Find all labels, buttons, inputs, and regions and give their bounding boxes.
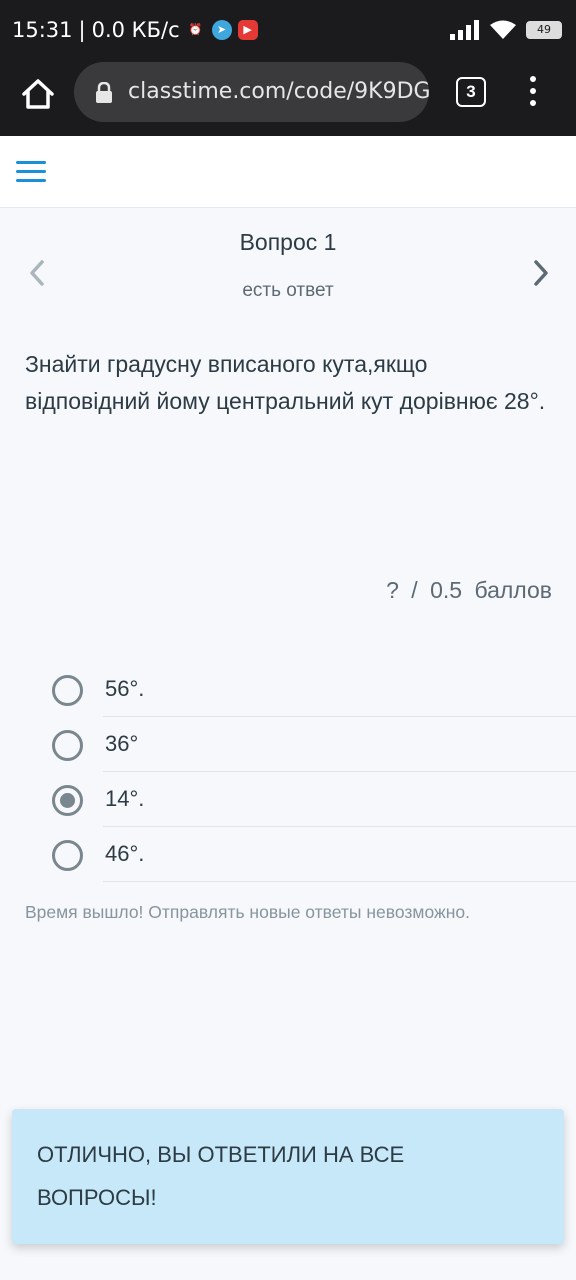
status-right: 49 bbox=[450, 20, 562, 40]
answer-option[interactable]: 36° bbox=[0, 717, 576, 772]
status-separator: | bbox=[78, 18, 86, 42]
status-left: 15:31 | 0.0 КБ/с ⏰ ➤ ▶ bbox=[12, 18, 258, 42]
hamburger-menu-icon[interactable] bbox=[16, 161, 46, 183]
browser-menu-icon[interactable] bbox=[523, 76, 543, 110]
answer-option[interactable]: 56°. bbox=[0, 662, 576, 717]
signal-icon bbox=[450, 20, 479, 40]
answer-list: 56°. 36° 14°. 46°. bbox=[0, 662, 576, 882]
answer-label: 36° bbox=[105, 731, 139, 756]
status-time: 15:31 bbox=[12, 18, 73, 42]
wifi-icon bbox=[490, 20, 516, 39]
address-bar[interactable]: classtime.com/code/9K9DG8A bbox=[74, 62, 429, 122]
app-header bbox=[0, 136, 576, 208]
telegram-icon: ➤ bbox=[211, 20, 232, 40]
radio-button[interactable] bbox=[52, 730, 83, 761]
question-text: Знайти градусну вписаного кута,якщо відп… bbox=[25, 351, 546, 414]
browser-toolbar: classtime.com/code/9K9DG8A 3 bbox=[0, 62, 576, 136]
battery-level: 49 bbox=[537, 23, 551, 36]
url-text: classtime.com/code/9K9DG8A bbox=[128, 79, 429, 104]
chevron-right-icon[interactable] bbox=[528, 258, 554, 288]
answer-label: 56°. bbox=[105, 676, 145, 701]
divider bbox=[103, 881, 576, 882]
answer-label: 14°. bbox=[105, 786, 145, 811]
status-net-speed: 0.0 КБ/с bbox=[91, 18, 180, 42]
answer-option[interactable]: 14°. bbox=[0, 772, 576, 827]
time-expired-message: Время вышло! Отправлять новые ответы нев… bbox=[25, 902, 470, 922]
question-points: ? / 0.5 баллов bbox=[386, 577, 552, 603]
lock-icon bbox=[96, 82, 112, 103]
question-title: Вопрос 1 bbox=[239, 229, 337, 255]
tab-switcher-button[interactable]: 3 bbox=[456, 77, 486, 107]
home-icon[interactable] bbox=[18, 74, 58, 114]
toast-message: ОТЛИЧНО, ВЫ ОТВЕТИЛИ НА ВСЕ ВОПРОСЫ! bbox=[37, 1142, 405, 1210]
radio-button[interactable] bbox=[52, 840, 83, 871]
question-status: есть ответ bbox=[242, 280, 334, 301]
answer-option[interactable]: 46°. bbox=[0, 827, 576, 882]
radio-button-selected[interactable] bbox=[52, 785, 83, 816]
alarm-icon: ⏰ bbox=[188, 23, 203, 36]
battery-icon: 49 bbox=[526, 21, 562, 39]
answer-label: 46°. bbox=[105, 841, 145, 866]
radio-button[interactable] bbox=[52, 675, 83, 706]
youtube-icon: ▶ bbox=[237, 20, 258, 40]
completion-toast[interactable]: ОТЛИЧНО, ВЫ ОТВЕТИЛИ НА ВСЕ ВОПРОСЫ! bbox=[12, 1109, 564, 1244]
status-bar: 15:31 | 0.0 КБ/с ⏰ ➤ ▶ 49 bbox=[0, 0, 576, 62]
tab-count: 3 bbox=[466, 82, 476, 101]
